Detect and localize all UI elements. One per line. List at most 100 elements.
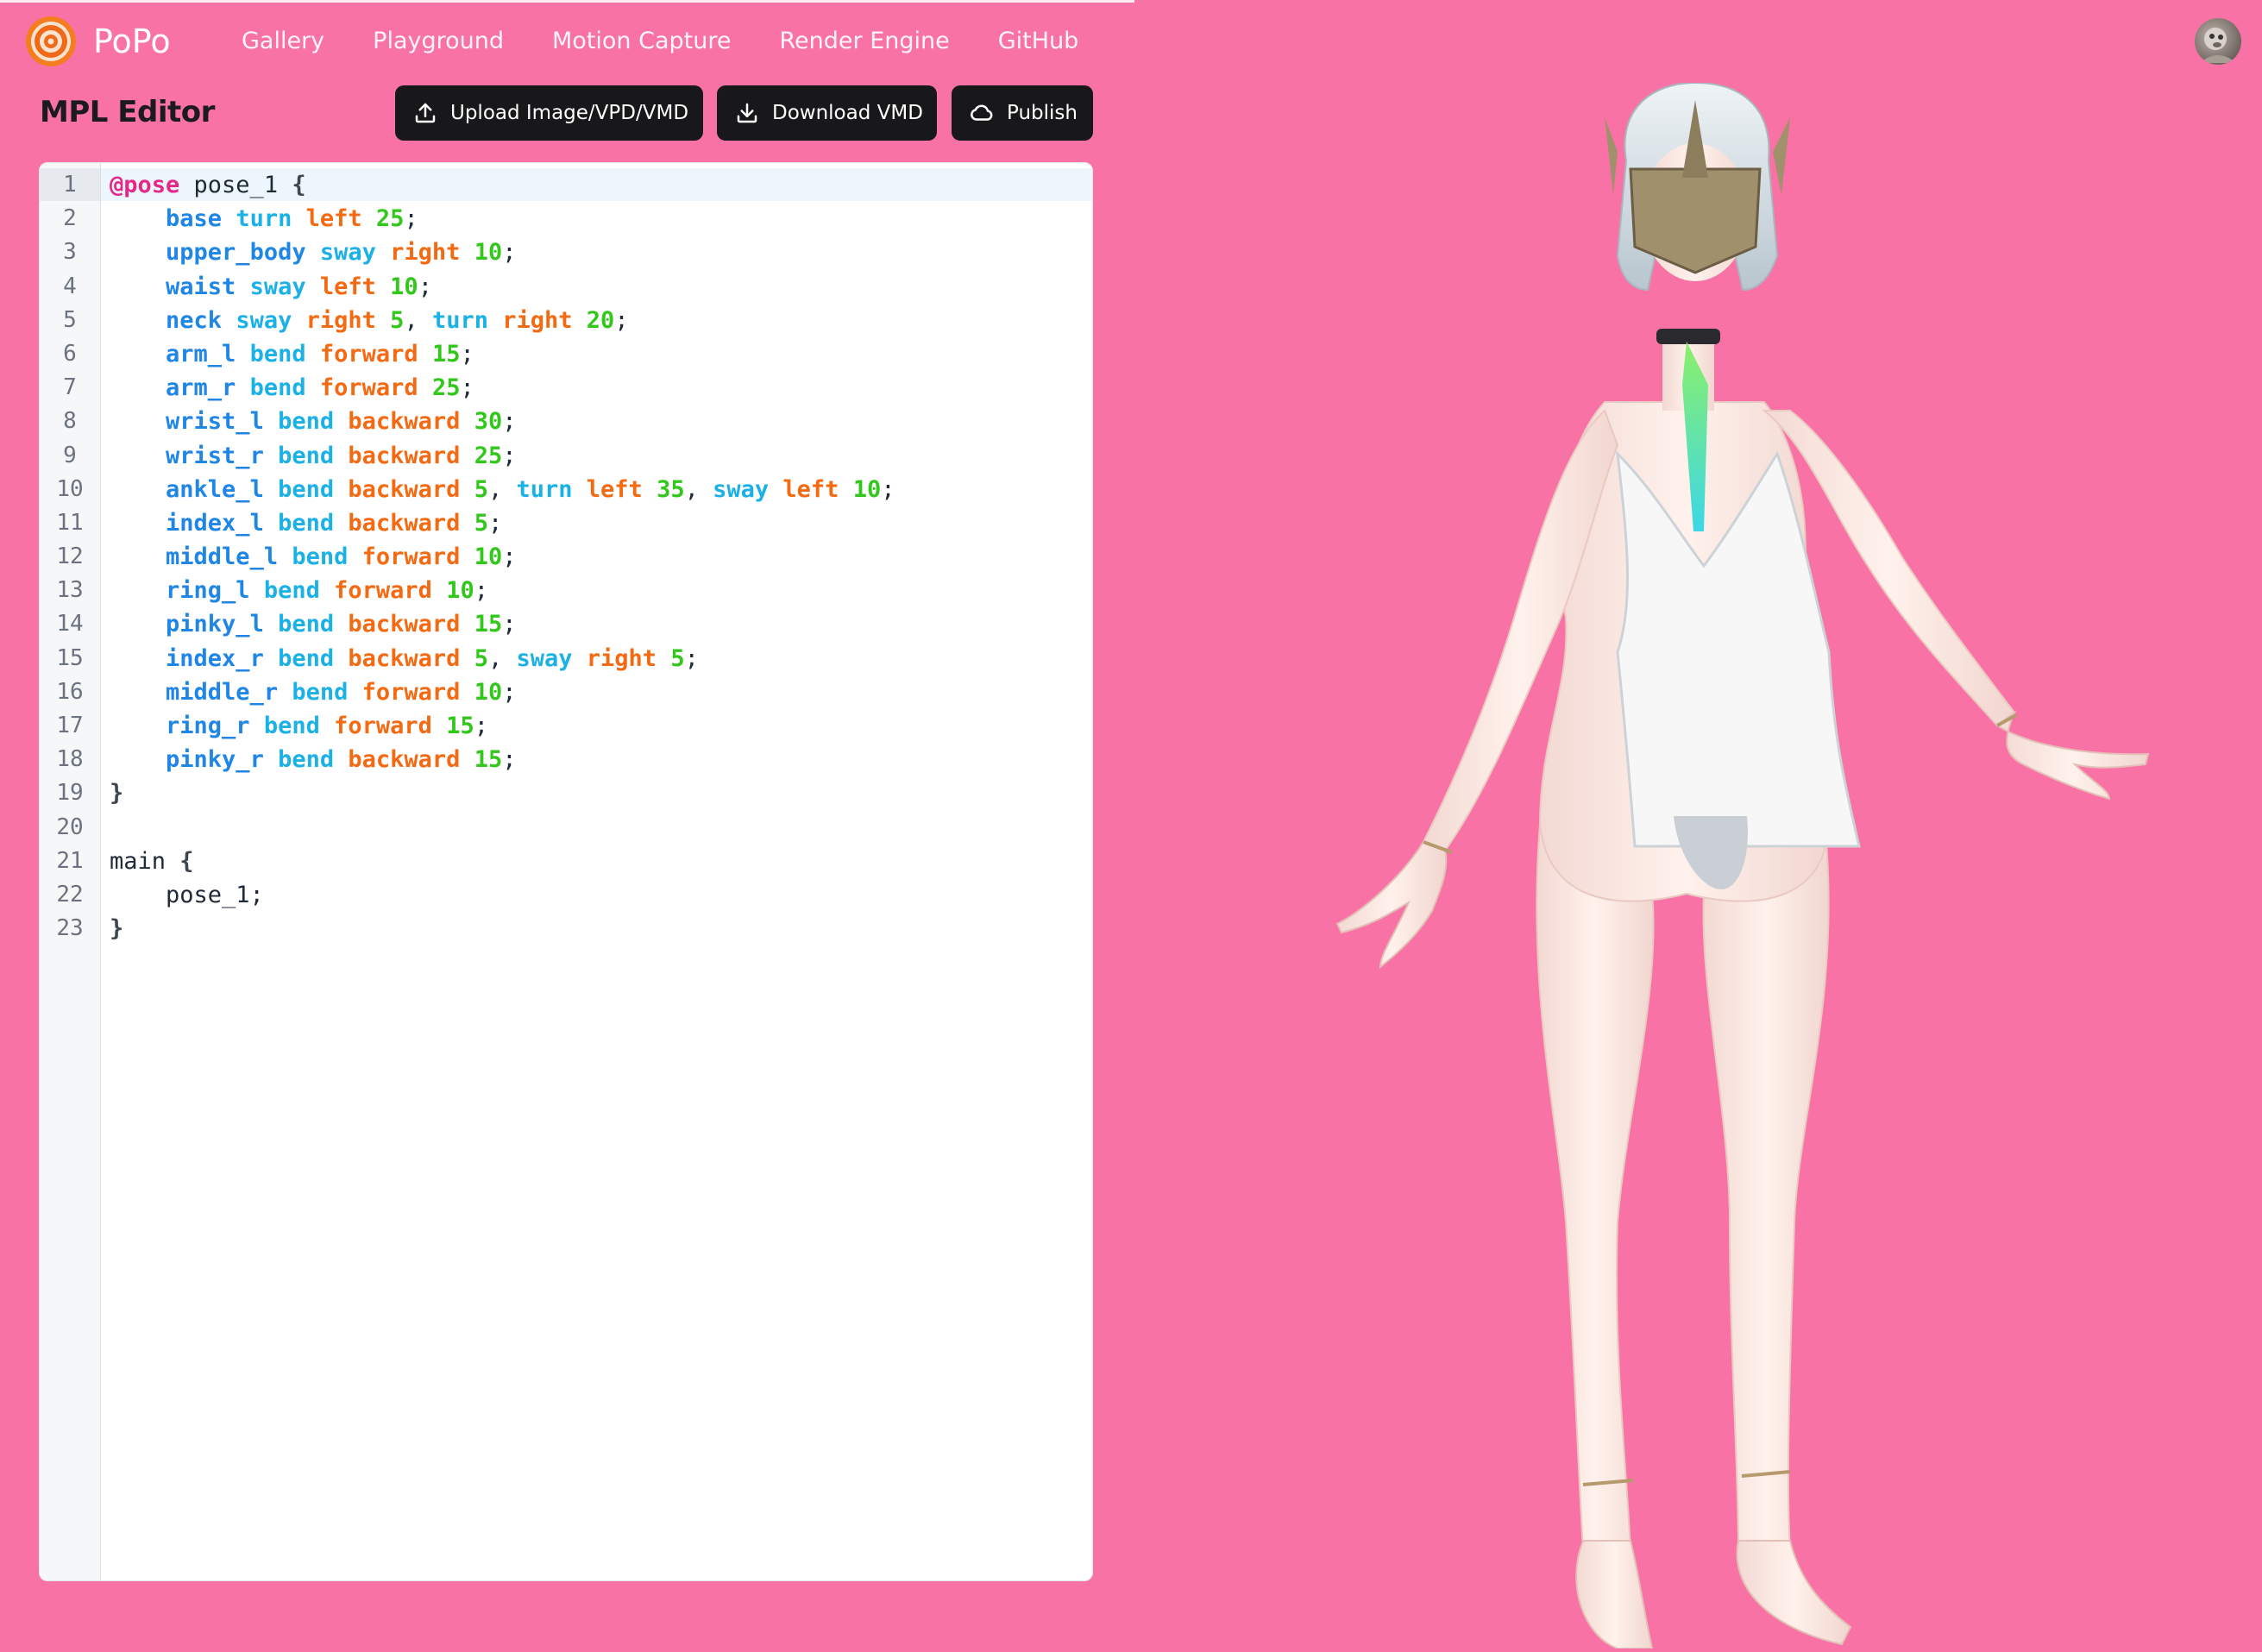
- code-line: arm_r bend forward 25;: [110, 371, 1092, 405]
- code-token: main: [110, 847, 180, 875]
- code-token: forward: [361, 678, 461, 706]
- top-nav: PoPo Gallery Playground Motion Capture R…: [0, 0, 2262, 83]
- publish-button[interactable]: Publish: [952, 85, 1093, 141]
- code-token: ,: [487, 475, 517, 503]
- code-line: ring_l bend forward 10;: [110, 574, 1092, 607]
- upload-button[interactable]: Upload Image/VPD/VMD: [395, 85, 703, 141]
- code-line: index_r bend backward 5, sway right 5;: [110, 642, 1092, 675]
- code-token: pose_1: [179, 172, 292, 198]
- code-token: 30: [474, 408, 503, 436]
- code-token: left: [319, 273, 376, 300]
- code-token: 15: [431, 340, 461, 367]
- download-button[interactable]: Download VMD: [717, 85, 937, 141]
- code-content[interactable]: @pose pose_1 { base turn left 25; upper_…: [110, 168, 1092, 945]
- code-token: sway: [516, 644, 573, 672]
- code-token: forward: [334, 577, 432, 605]
- cloud-icon: [971, 104, 993, 121]
- nav-link-motion-capture[interactable]: Motion Capture: [552, 24, 731, 59]
- model-viewport[interactable]: [1134, 81, 2262, 1649]
- code-token: 10: [852, 475, 882, 503]
- code-token: middle_l: [166, 543, 279, 571]
- code-token: ,: [404, 306, 432, 334]
- code-token: 5: [474, 475, 488, 503]
- code-line: pose_1;: [110, 878, 1092, 912]
- code-line: neck sway right 5, turn right 20;: [110, 304, 1092, 337]
- code-token: middle_r: [166, 678, 279, 706]
- code-token: backward: [348, 475, 461, 503]
- code-token: ring_r: [166, 713, 250, 739]
- code-line: [110, 811, 1092, 845]
- code-token: neck: [166, 306, 223, 334]
- code-token: 15: [474, 611, 503, 638]
- code-token: left: [586, 475, 643, 503]
- code-token: backward: [348, 408, 461, 436]
- user-avatar[interactable]: [2195, 18, 2241, 65]
- code-token: pinky_l: [166, 611, 264, 638]
- code-token: ;: [487, 509, 503, 537]
- code-token: arm_l: [166, 340, 236, 367]
- code-token: backward: [348, 442, 461, 469]
- nav-link-playground[interactable]: Playground: [373, 24, 504, 59]
- code-editor[interactable]: 1 2 3 4 5 6 7 8 9 10 11 12 13 14 15 16 17 18 19 20 21 22 23 @p…: [39, 162, 1093, 1581]
- code-token: bend: [278, 746, 335, 774]
- code-token: ;: [502, 611, 517, 638]
- code-token: forward: [334, 713, 432, 739]
- code-token: right: [586, 644, 657, 672]
- code-token: ring_l: [166, 577, 250, 605]
- line-number: 13: [56, 577, 84, 604]
- code-line: base turn left 25;: [110, 202, 1092, 236]
- code-line: }: [110, 912, 1092, 945]
- nav-link-gallery[interactable]: Gallery: [242, 24, 324, 59]
- code-token: bend: [278, 442, 335, 469]
- line-number: 5: [63, 306, 77, 333]
- code-line: middle_l bend forward 10;: [110, 540, 1092, 574]
- line-number: 9: [63, 442, 77, 468]
- code-token: {: [292, 172, 306, 198]
- code-token: 10: [446, 577, 474, 605]
- code-token: ,: [684, 475, 713, 503]
- code-token: ;: [502, 543, 517, 571]
- code-token: 15: [474, 746, 503, 774]
- line-number: 12: [56, 543, 84, 570]
- nav-link-github[interactable]: GitHub: [998, 24, 1079, 59]
- brand-name[interactable]: PoPo: [93, 21, 171, 62]
- code-line: ankle_l bend backward 5, turn left 35, s…: [110, 473, 1092, 506]
- code-token: ;: [474, 577, 488, 605]
- code-line: index_l bend backward 5;: [110, 506, 1092, 540]
- code-token: bend: [278, 611, 335, 638]
- target-logo-icon[interactable]: [25, 16, 77, 67]
- code-token: bend: [278, 509, 335, 537]
- nav-link-render-engine[interactable]: Render Engine: [780, 24, 950, 59]
